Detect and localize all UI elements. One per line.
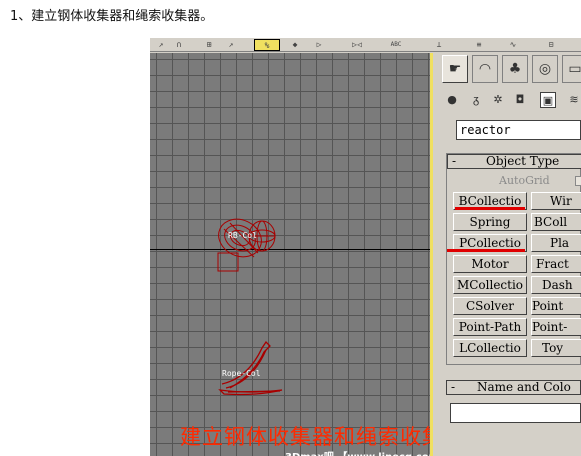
geometry-icon[interactable]: ● [444, 92, 460, 108]
angle-snap-icon[interactable]: ↗ [224, 39, 238, 51]
lights-icon[interactable]: ✲ [490, 92, 506, 108]
wind-button[interactable]: Wir [531, 192, 581, 210]
world-axis-line [150, 249, 430, 250]
l-collection-button[interactable]: LCollectio [453, 339, 527, 357]
m-collection-button[interactable]: MCollectio [453, 276, 527, 294]
step-caption: 1、建立钢体收集器和绳索收集器。 [10, 9, 214, 24]
curve-editor-icon[interactable]: ∿ [506, 39, 520, 51]
toy-car-button[interactable]: Toy [531, 339, 581, 357]
rope-collection-helper[interactable] [218, 338, 288, 398]
object-type-rollout: - Object Type AutoGrid BCollectio Wir Spr… [446, 153, 581, 365]
name-color-header[interactable]: - Name and Colo [446, 380, 581, 395]
object-type-header[interactable]: - Object Type [447, 154, 581, 169]
collapse-icon: - [451, 380, 456, 394]
point-button[interactable]: Point [531, 297, 581, 315]
command-panel: ☛ ◠ ♣ ◎ ▭ ● ᵹ ✲ ◘ ▣ ≋ reactor - Object Ty… [438, 53, 581, 456]
percent-snap-icon[interactable]: % [254, 39, 280, 51]
plane-button[interactable]: Pla [531, 234, 581, 252]
hierarchy-tab-icon[interactable]: ♣ [502, 55, 528, 83]
spring-button[interactable]: Spring [453, 213, 527, 231]
spinner-snap-icon[interactable]: ◆ [288, 39, 302, 51]
align-icon[interactable]: ⊥ [432, 39, 446, 51]
helper-category-dropdown[interactable]: reactor [456, 120, 581, 140]
overlay-title: 建立钢体收集器和绳索收集器 [180, 425, 430, 449]
layers-icon[interactable]: ≡ [472, 39, 486, 51]
main-toolbar: ↗ ∩ ⊞ ↗ % ◆ ▷ ▷◁ ABC ⊥ ≡ ∿ ⊟ [150, 38, 581, 52]
collapse-icon: - [452, 154, 457, 168]
object-type-title: Object Type [486, 154, 560, 168]
shapes-icon[interactable]: ᵹ [468, 92, 484, 108]
rope-col-label: Rope-Col [222, 369, 261, 378]
rb-collection-underline [455, 207, 525, 210]
schematic-icon[interactable]: ⊟ [544, 39, 558, 51]
point-path-button[interactable]: Point-Path [453, 318, 527, 336]
abc-icon[interactable]: ABC [386, 39, 406, 51]
snap-2d-icon[interactable]: ⊞ [202, 39, 216, 51]
helpers-icon[interactable]: ▣ [540, 92, 556, 108]
motor-button[interactable]: Motor [453, 255, 527, 273]
point-point-button[interactable]: Point- [531, 318, 581, 336]
display-tab-icon[interactable]: ▭ [562, 55, 581, 83]
mirror-icon[interactable]: ▷◁ [346, 39, 368, 51]
perspective-viewport[interactable]: RB-Col Rope-Col 建立钢体收集器和绳索收集器 3Dmax吧 【ww… [150, 53, 433, 456]
rb-col-label: RB-Col [228, 231, 257, 240]
spacewarps-icon[interactable]: ≋ [566, 92, 581, 108]
dashpot-button[interactable]: Dash [531, 276, 581, 294]
name-color-title: Name and Colo [477, 380, 571, 394]
rb-collection-helper[interactable] [210, 203, 290, 278]
arrow-icon[interactable]: ↗ [154, 39, 168, 51]
create-tab-icon[interactable]: ☛ [442, 55, 468, 83]
bcollection-button[interactable]: BColl [531, 213, 581, 231]
object-name-input[interactable] [450, 403, 581, 423]
cameras-icon[interactable]: ◘ [512, 92, 528, 108]
max-screenshot: ↗ ∩ ⊞ ↗ % ◆ ▷ ▷◁ ABC ⊥ ≡ ∿ ⊟ RB-Col Rope… [150, 38, 581, 456]
motion-tab-icon[interactable]: ◎ [532, 55, 558, 83]
autogrid-checkbox[interactable] [575, 176, 581, 186]
p-collection-underline [447, 249, 525, 252]
csolver-button[interactable]: CSolver [453, 297, 527, 315]
autogrid-label: AutoGrid [499, 174, 550, 187]
modify-tab-icon[interactable]: ◠ [472, 55, 498, 83]
magnet-icon[interactable]: ∩ [172, 39, 186, 51]
fracture-button[interactable]: Fract [531, 255, 581, 273]
named-selection-icon[interactable]: ▷ [312, 39, 326, 51]
watermark: 3Dmax吧 【www.linecg.com/tieba/1771】 [285, 448, 430, 456]
